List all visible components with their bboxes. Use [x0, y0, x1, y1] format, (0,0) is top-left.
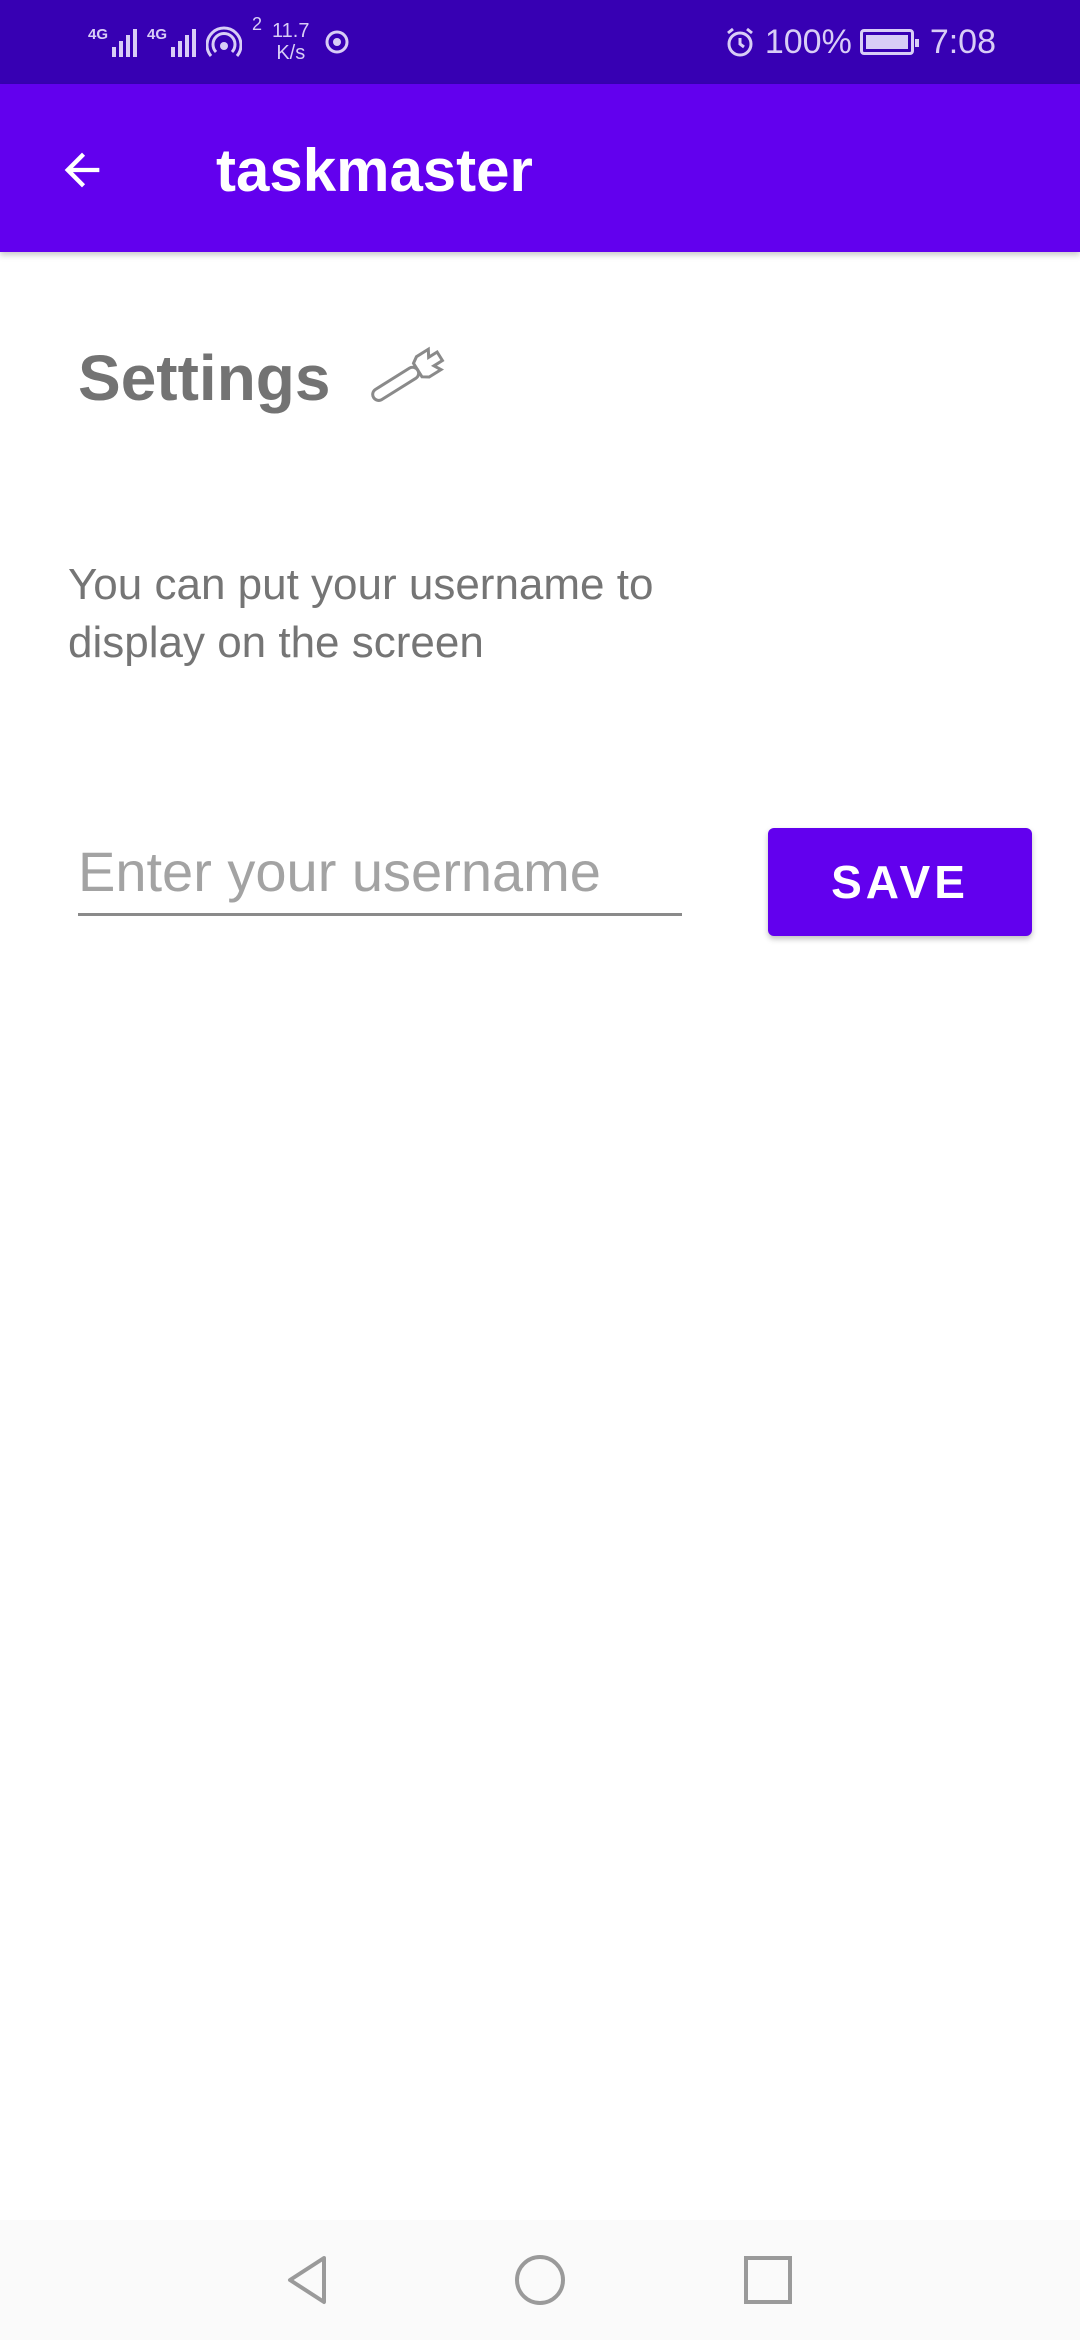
battery-percent: 100% [764, 22, 852, 61]
nav-home-button[interactable] [500, 2240, 580, 2320]
nav-back-button[interactable] [268, 2240, 348, 2320]
back-button[interactable] [40, 128, 124, 212]
status-bar: 4G 4G 2 11.7 K/s 100% 7:08 [0, 0, 1080, 84]
speed-unit: K/s [276, 42, 306, 64]
clock: 7:08 [929, 22, 996, 61]
app-title: taskmaster [216, 137, 533, 204]
settings-description: You can put your username to display on … [68, 560, 654, 667]
arrow-back-icon [64, 152, 100, 188]
network-type-label: 4G [147, 26, 168, 43]
battery-icon [859, 29, 919, 55]
home-circle-icon [515, 2255, 565, 2305]
wireless-icon [325, 30, 348, 54]
signal-icon-sim2: 4G [147, 26, 197, 57]
username-input[interactable] [78, 830, 682, 916]
nav-recents-button[interactable] [728, 2240, 808, 2320]
settings-heading: Settings [78, 342, 331, 414]
signal-icon-sim1: 4G [88, 26, 138, 57]
network-type-label: 4G [88, 26, 109, 43]
recents-square-icon [744, 2256, 792, 2304]
save-button[interactable]: SAVE [768, 828, 1032, 936]
status-right: 100% 7:08 [723, 14, 996, 70]
hotspot-icon [206, 26, 243, 57]
wrench-icon [371, 346, 445, 402]
alarm-icon [726, 27, 753, 57]
back-triangle-icon [288, 2256, 326, 2304]
hotspot-count: 2 [252, 14, 263, 34]
app-bar: taskmaster [0, 84, 1080, 252]
speed-value: 11.7 [272, 20, 310, 42]
navigation-bar [0, 2220, 1080, 2340]
status-left: 4G 4G 2 11.7 K/s [88, 14, 354, 70]
network-speed: 11.7 K/s [272, 20, 309, 64]
